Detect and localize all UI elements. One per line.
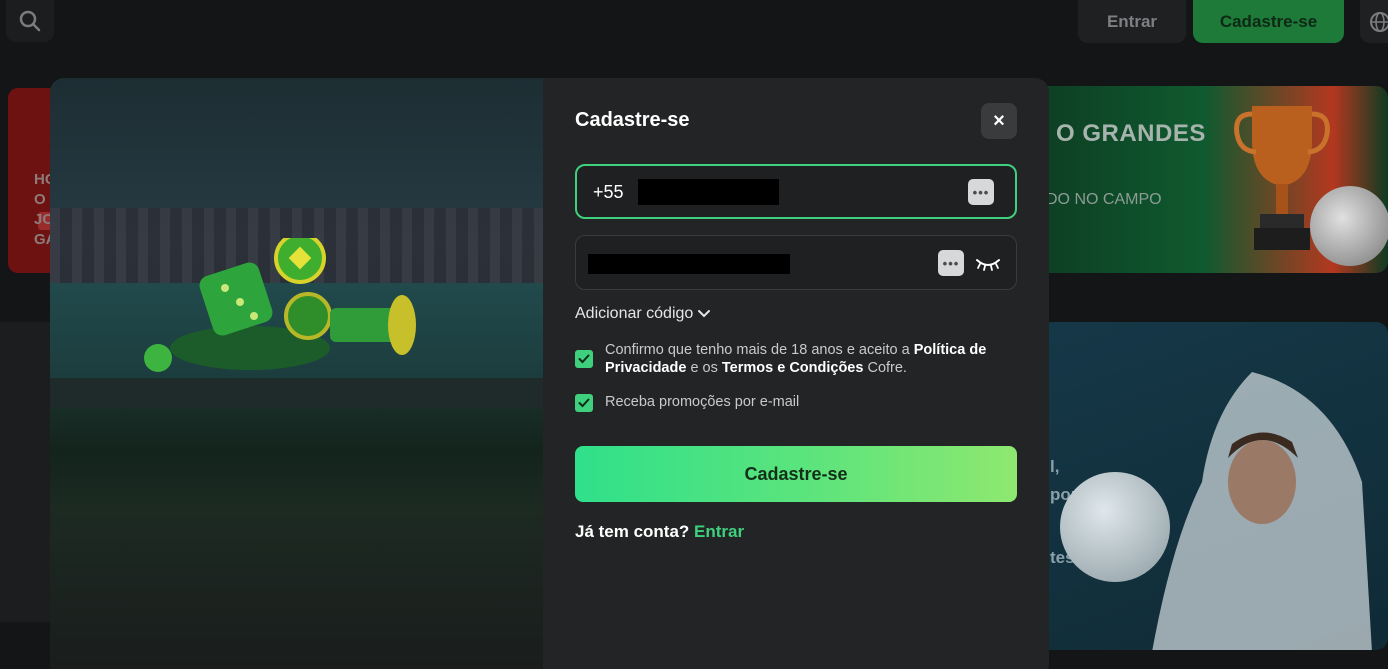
terms-text: Confirmo que tenho mais de 18 anos e ace… bbox=[605, 342, 987, 376]
modal-title: Cadastre-se bbox=[575, 109, 690, 131]
banner-subtext: DO NO CAMPO bbox=[1046, 191, 1162, 208]
language-button[interactable] bbox=[1360, 0, 1388, 43]
signup-submit-button[interactable]: Cadastre-se bbox=[575, 446, 1017, 502]
phone-field[interactable]: +55 ••• bbox=[575, 164, 1017, 219]
checkmark-icon bbox=[578, 354, 590, 364]
search-icon bbox=[19, 10, 41, 32]
dice-and-chips-icon bbox=[144, 238, 416, 372]
redacted-password-value bbox=[588, 254, 790, 274]
header-signup-button[interactable]: Cadastre-se bbox=[1193, 0, 1344, 43]
redacted-phone-value bbox=[638, 179, 779, 205]
casino-table-illustration bbox=[50, 78, 543, 669]
checkmark-icon bbox=[578, 398, 590, 408]
globe-icon bbox=[1370, 11, 1388, 32]
banner-text-line: O bbox=[34, 191, 46, 208]
card-text-line: l, bbox=[1050, 457, 1060, 476]
password-field[interactable]: ••• bbox=[575, 235, 1017, 290]
header-login-button[interactable]: Entrar bbox=[1078, 0, 1186, 43]
add-code-toggle[interactable]: Adicionar código bbox=[575, 305, 711, 323]
terms-conditions-link[interactable]: Termos e Condições bbox=[722, 360, 864, 376]
chevron-down-icon bbox=[698, 310, 711, 318]
autofill-keyboard-icon[interactable]: ••• bbox=[968, 179, 994, 205]
signup-modal: Cadastre-se × +55 ••• ••• Adicionar códi… bbox=[50, 78, 1049, 669]
soccer-ball-image bbox=[1310, 186, 1388, 266]
promo-card-football[interactable]: l, porti tes bbox=[1022, 322, 1388, 650]
eye-closed-icon[interactable] bbox=[974, 254, 1002, 274]
add-code-label: Adicionar código bbox=[575, 305, 694, 322]
signup-form: Cadastre-se × +55 ••• ••• Adicionar códi… bbox=[575, 78, 1017, 669]
promo-label: Receba promoções por e-mail bbox=[605, 394, 800, 410]
promo-banner-trophy[interactable]: O GRANDES DO NO CAMPO bbox=[1020, 86, 1388, 273]
close-button[interactable]: × bbox=[981, 103, 1017, 139]
have-account-row: Já tem conta? Entrar bbox=[575, 522, 744, 542]
football-player-image bbox=[1152, 372, 1372, 650]
football-image bbox=[1060, 472, 1170, 582]
table-edge bbox=[50, 378, 543, 408]
autofill-keyboard-icon[interactable]: ••• bbox=[938, 250, 964, 276]
country-code-prefix[interactable]: +55 bbox=[593, 182, 624, 203]
have-account-text: Já tem conta? bbox=[575, 522, 690, 541]
login-link[interactable]: Entrar bbox=[694, 522, 744, 541]
terms-checkbox[interactable] bbox=[575, 350, 593, 368]
search-button[interactable] bbox=[6, 0, 54, 42]
background-panel bbox=[0, 322, 52, 622]
promo-checkbox[interactable] bbox=[575, 394, 593, 412]
close-icon: × bbox=[993, 109, 1005, 132]
banner-heading: O GRANDES bbox=[1056, 120, 1206, 147]
